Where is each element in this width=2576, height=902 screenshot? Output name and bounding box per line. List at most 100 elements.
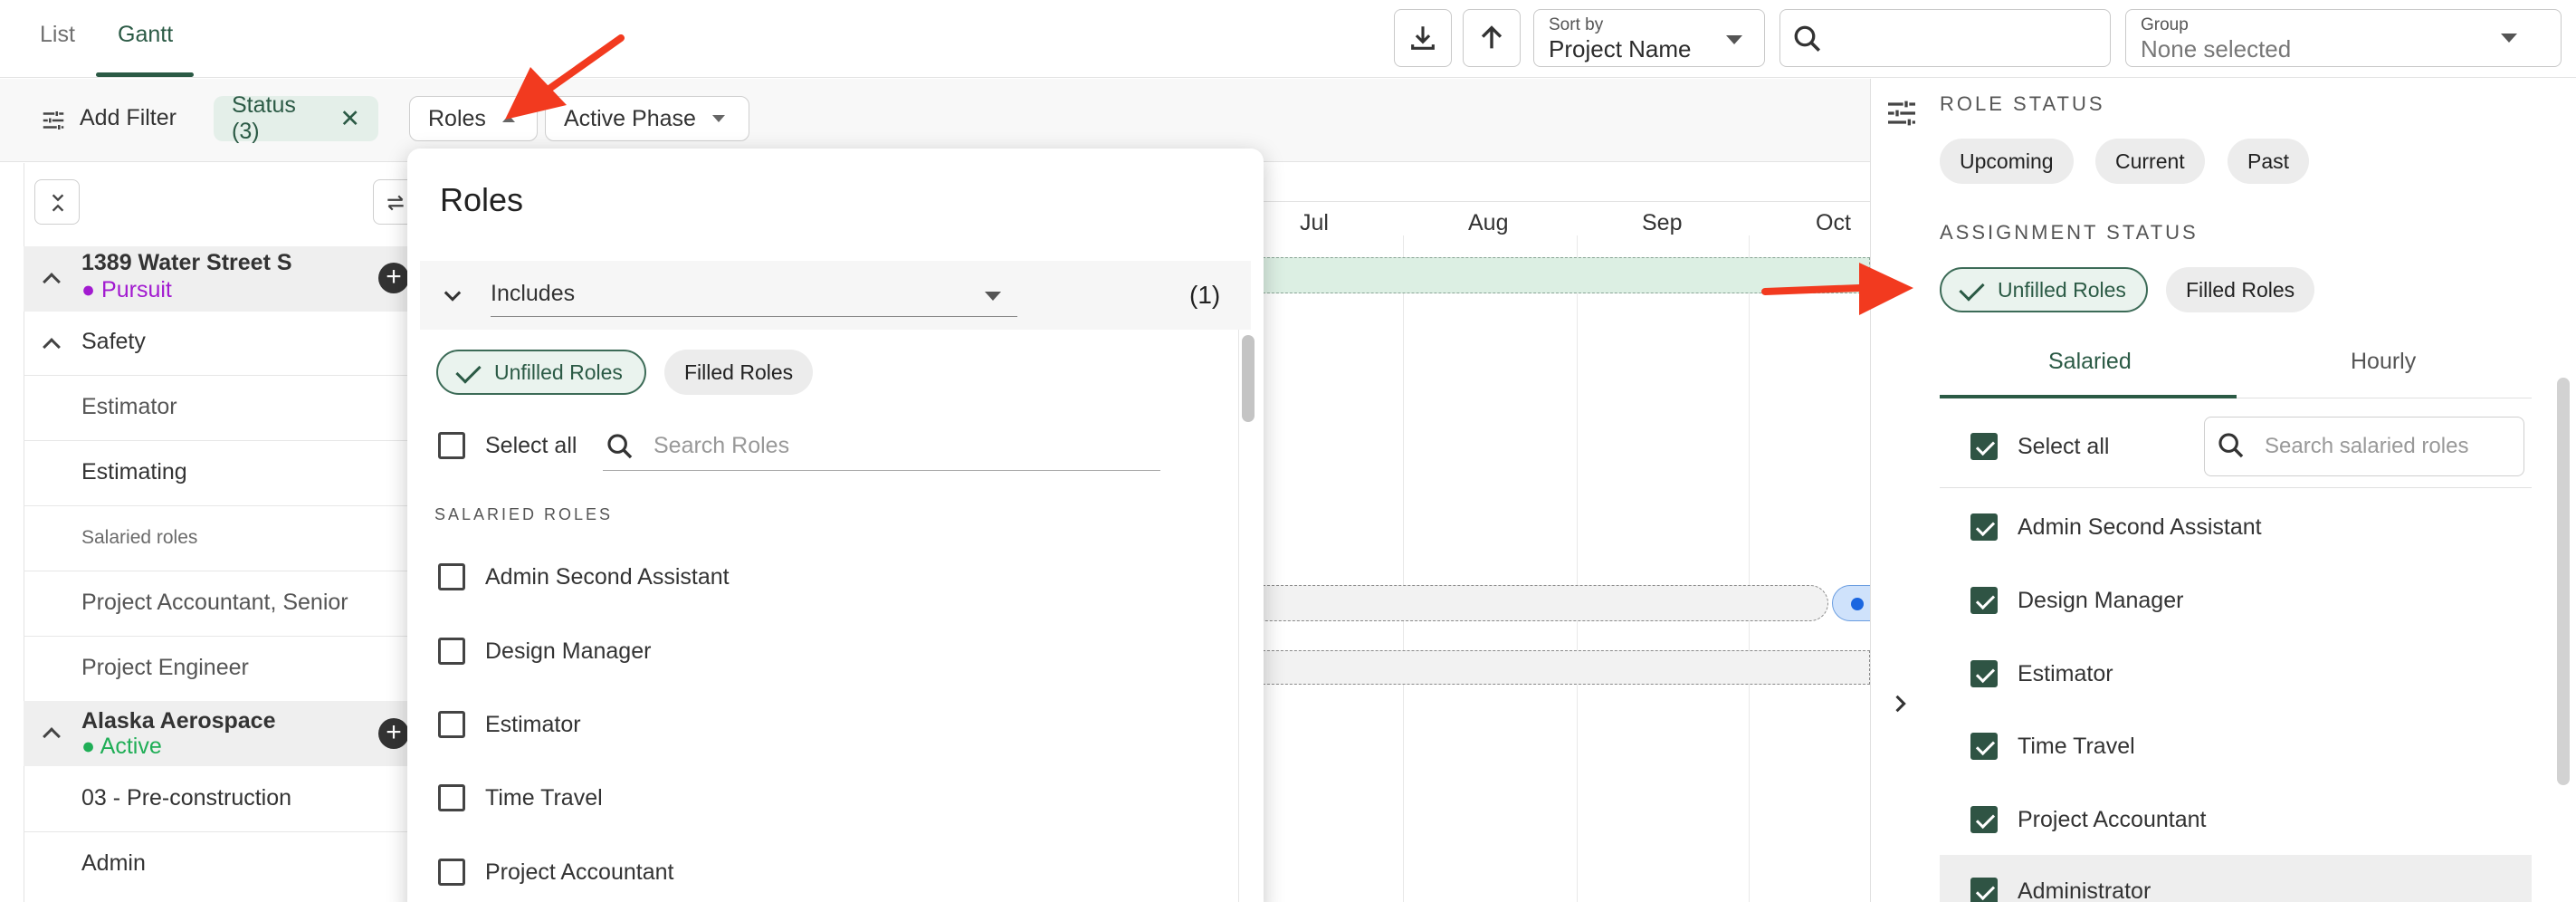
dropdown-title: Roles [440,181,524,218]
group-value: None selected [2141,35,2292,62]
group-select[interactable]: Group None selected [2125,9,2562,67]
sort-direction-button[interactable] [1463,9,1521,67]
add-icon[interactable]: + [378,263,409,293]
row-divider [24,375,416,376]
search-placeholder: Search Roles [654,433,790,458]
filled-roles-pill[interactable]: Filled Roles [2166,267,2315,312]
select-all-checkbox[interactable] [1970,433,1998,460]
role-checkbox[interactable] [438,638,465,665]
upcoming-pill[interactable]: Upcoming [1940,139,2074,184]
gantt-bar-assignment[interactable] [1832,585,1874,621]
scrollbar-thumb[interactable] [1242,335,1255,422]
tune-icon[interactable] [1884,95,1920,131]
add-filter-label: Add Filter [80,105,177,130]
operator-value: Includes [491,281,576,306]
search-salaried-roles-input[interactable]: Search salaried roles [2204,417,2524,476]
gantt-bar-role[interactable] [1258,585,1828,621]
role-checkbox[interactable] [438,563,465,590]
unfilled-roles-pill[interactable]: Unfilled Roles [436,350,646,395]
role-checkbox[interactable] [438,711,465,738]
list-item: Estimator [81,394,177,419]
grid-line [1749,235,1750,902]
search-icon [607,434,633,459]
role-checkbox[interactable] [1970,878,1998,902]
search-roles-input[interactable]: Search Roles [603,422,1160,471]
download-button[interactable] [1394,9,1452,67]
role-label: Project Accountant [485,859,674,885]
chevron-down-icon [711,115,725,122]
filled-roles-pill[interactable]: Filled Roles [664,350,814,395]
role-checkbox[interactable] [1970,660,1998,687]
row-divider [24,505,416,506]
section-label: Safety [81,329,146,354]
tab-hourly[interactable]: Hourly [2351,349,2416,375]
scrollbar-track [1238,330,1239,902]
operator-select[interactable]: Includes [491,275,1017,317]
role-checkbox[interactable] [1970,806,1998,833]
role-label: Admin Second Assistant [2018,514,2262,540]
arrow-up-icon [1481,25,1503,49]
tab-gantt[interactable]: Gantt [118,22,173,48]
roles-chip-label: Roles [428,105,486,131]
pill-label: Filled Roles [684,360,794,384]
role-checkbox[interactable] [1970,513,1998,541]
chevron-right-icon[interactable] [1887,691,1913,716]
current-pill[interactable]: Current [2095,139,2205,184]
annotation-arrow-icon [505,34,625,120]
role-checkbox[interactable] [438,784,465,811]
pill-label: Past [2247,149,2290,173]
annotation-arrow-icon [1761,263,1913,315]
add-icon[interactable]: + [378,718,409,749]
gantt-bar-role[interactable] [1258,650,1870,685]
row-divider [24,440,416,441]
swap-icon [387,195,404,211]
pill-label: Unfilled Roles [494,360,623,384]
pill-label: Upcoming [1960,149,2054,173]
assignment-status-label: ASSIGNMENT STATUS [1940,221,2199,244]
month-label: Sep [1642,210,1683,235]
chevron-down-icon[interactable] [440,283,465,308]
select-all-checkbox[interactable] [438,432,465,459]
row-divider [24,831,416,832]
past-pill[interactable]: Past [2228,139,2310,184]
sort-by-select[interactable]: Sort by Project Name [1533,9,1765,67]
role-label: Time Travel [2018,734,2135,759]
role-label: Administrator [2018,878,2151,902]
month-label: Oct [1816,210,1851,235]
timeline-divider [1258,201,1870,202]
status-filter-chip[interactable]: Status (3) ✕ [214,92,378,144]
tab-list[interactable]: List [40,22,75,48]
role-status-label: ROLE STATUS [1940,92,2105,115]
active-tab-indicator [1940,395,2237,398]
pill-label: Unfilled Roles [1998,277,2126,302]
add-filter-button[interactable]: Add Filter [40,105,221,136]
role-checkbox[interactable] [1970,733,1998,760]
close-icon[interactable]: ✕ [339,105,360,133]
list-divider [1940,487,2532,488]
grid-line [1577,235,1578,902]
sort-by-value: Project Name [1549,35,1692,62]
top-bar: List Gantt Sort by Project Name Group No… [0,0,2576,78]
role-label: Design Manager [2018,588,2184,613]
tune-icon [43,111,64,130]
filter-side-panel: ROLE STATUS Upcoming Current Past ASSIGN… [1870,79,2576,902]
role-checkbox[interactable] [1970,587,1998,614]
collapse-all-button[interactable] [34,179,80,225]
list-item: Estimating [81,459,187,485]
tab-salaried[interactable]: Salaried [2048,349,2132,375]
chevron-down-icon [1726,35,1742,44]
role-label: Design Manager [485,638,652,664]
chevron-down-icon [2501,34,2517,43]
scrollbar-thumb[interactable] [2557,378,2570,785]
month-label: Jul [1300,210,1329,235]
role-checkbox[interactable] [438,859,465,886]
pill-label: Filled Roles [2186,277,2295,302]
role-label: Time Travel [485,785,603,811]
month-label: Aug [1468,210,1509,235]
search-icon [2218,433,2244,458]
search-input[interactable] [1779,9,2111,67]
unfilled-roles-pill[interactable]: Unfilled Roles [1940,267,2148,312]
select-all-label: Select all [485,433,577,458]
list-item: Project Accountant, Senior [81,590,348,615]
role-label: Admin Second Assistant [485,564,730,590]
